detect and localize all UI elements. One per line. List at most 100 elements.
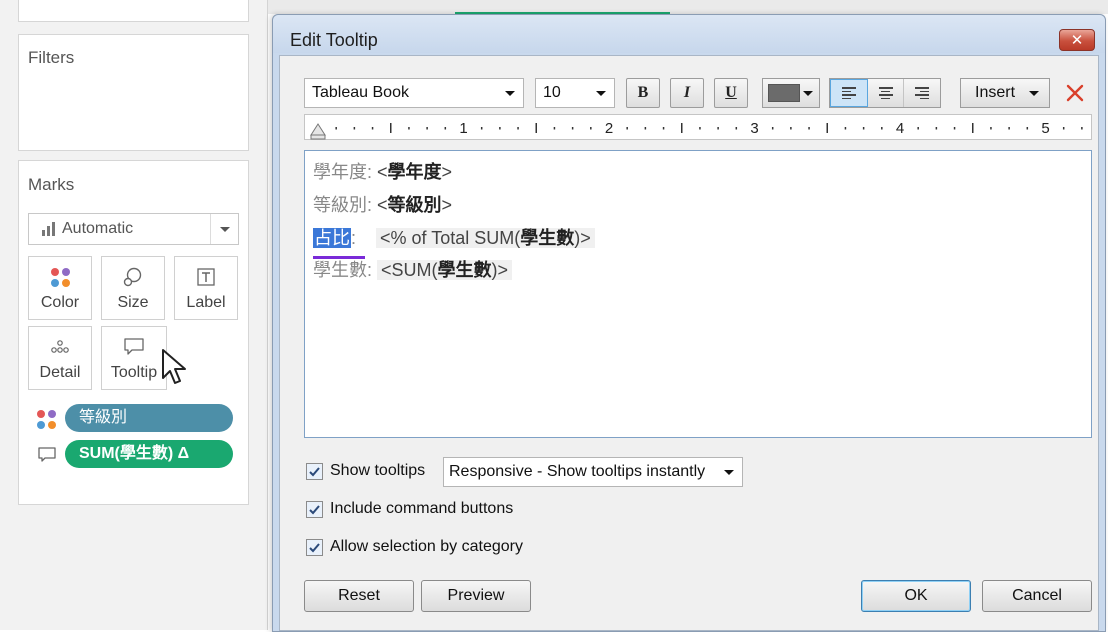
ruler-tick <box>535 123 537 133</box>
ruler-label: 4 <box>896 120 904 137</box>
color-field-pill[interactable]: 等級別 <box>65 404 233 432</box>
ruler-tick <box>371 127 374 130</box>
ok-button[interactable]: OK <box>861 580 971 612</box>
ruler-tick <box>771 127 774 130</box>
field-token: <學年度> <box>377 162 453 182</box>
ruler-tick <box>826 123 828 133</box>
tooltip-button[interactable]: Tooltip <box>101 326 167 390</box>
allow-selection-option[interactable]: Allow selection by category <box>306 538 523 556</box>
ruler-tick <box>935 127 938 130</box>
allow-selection-checkbox[interactable] <box>306 538 323 556</box>
ruler-tick <box>390 123 392 133</box>
chevron-down-icon <box>219 226 230 232</box>
ruler-tick <box>808 127 810 130</box>
ruler-tick <box>571 127 574 130</box>
bold-button[interactable]: B <box>626 78 660 108</box>
checkmark-icon <box>309 542 320 552</box>
clear-formatting-button[interactable] <box>1058 78 1092 108</box>
close-icon: ✕ <box>1070 31 1084 49</box>
ruler-tick <box>699 127 701 130</box>
ruler-tick <box>517 127 519 130</box>
editor-line-level: 等級別: <等級別> <box>313 190 452 220</box>
field-token: <% of Total SUM(學生數)> <box>376 228 595 248</box>
show-tooltips-checkbox[interactable] <box>306 462 323 480</box>
underline-button[interactable]: U <box>714 78 748 108</box>
label-button-label: Label <box>186 294 226 311</box>
chevron-down-icon <box>505 91 515 96</box>
ruler-tick <box>681 123 683 133</box>
tooltip-mode-value: Responsive - Show tooltips instantly <box>449 463 706 480</box>
selected-text: 占比 <box>313 228 351 248</box>
ruler-tick <box>499 127 501 130</box>
red-x-icon <box>1066 84 1084 102</box>
insert-button-label: Insert <box>975 84 1016 101</box>
chevron-down-icon <box>803 91 813 96</box>
ruler-tick <box>1062 127 1065 130</box>
ruler-tick <box>444 127 447 130</box>
ruler-tick <box>735 127 738 130</box>
color-pill-row: 等級別 <box>37 404 242 434</box>
line-label: 學年度: <box>313 162 373 182</box>
tooltip-button-label: Tooltip <box>110 364 158 381</box>
editor-line-year: 學年度: <學年度> <box>313 157 452 187</box>
align-center-icon <box>878 87 893 99</box>
reset-button[interactable]: Reset <box>304 580 414 612</box>
show-tooltips-option[interactable]: Show tooltips <box>306 462 425 480</box>
show-tooltips-label: Show tooltips <box>330 462 426 479</box>
ruler-tick <box>990 127 992 130</box>
font-family-select[interactable]: Tableau Book <box>304 78 524 108</box>
background-window <box>268 0 1108 14</box>
ruler-label: 3 <box>750 120 758 137</box>
include-command-buttons-option[interactable]: Include command buttons <box>306 500 513 518</box>
ruler-tick <box>335 127 337 130</box>
ruler[interactable]: 1 2 3 4 5 <box>304 114 1092 140</box>
font-size-value: 10 <box>543 84 561 101</box>
preview-button[interactable]: Preview <box>421 580 531 612</box>
close-button[interactable]: ✕ <box>1059 29 1095 51</box>
ruler-tick <box>790 127 792 130</box>
font-size-select[interactable]: 10 <box>535 78 615 108</box>
color-dots-icon <box>37 410 56 429</box>
label-button[interactable]: Label <box>174 256 238 320</box>
text-color-button[interactable] <box>762 78 820 108</box>
align-right-button[interactable] <box>904 79 940 107</box>
size-icon <box>123 267 142 287</box>
ruler-tick <box>553 127 556 130</box>
tooltip-mode-select[interactable]: Responsive - Show tooltips instantly <box>443 457 743 487</box>
filters-shelf[interactable]: Filters <box>18 34 249 151</box>
dialog-titlebar[interactable]: Edit Tooltip ✕ <box>273 15 1105 53</box>
detail-button[interactable]: Detail <box>28 326 92 390</box>
indent-marker-icon[interactable] <box>310 123 326 136</box>
size-button-label: Size <box>117 294 149 311</box>
align-center-button[interactable] <box>868 79 905 107</box>
align-left-icon <box>841 87 856 99</box>
field-token: <等級別> <box>377 195 453 215</box>
align-left-button[interactable] <box>830 79 868 107</box>
ruler-label: 2 <box>605 120 613 137</box>
insert-button[interactable]: Insert <box>960 78 1050 108</box>
cancel-button[interactable]: Cancel <box>982 580 1092 612</box>
color-button[interactable]: Color <box>28 256 92 320</box>
size-button[interactable]: Size <box>101 256 165 320</box>
ruler-tick <box>626 127 628 130</box>
ruler-label: 1 <box>459 120 467 137</box>
chevron-down-icon <box>724 470 734 475</box>
edit-tooltip-dialog: Edit Tooltip ✕ Tableau Book 10 B I U Ins… <box>272 14 1106 632</box>
italic-button[interactable]: I <box>670 78 704 108</box>
ruler-tick <box>1008 127 1010 130</box>
include-command-buttons-checkbox[interactable] <box>306 500 323 518</box>
filters-title: Filters <box>28 48 75 67</box>
speech-bubble-icon <box>38 447 56 462</box>
ruler-tick <box>717 127 719 130</box>
ruler-tick <box>662 127 665 130</box>
top-card <box>18 0 249 22</box>
tooltip-editor[interactable]: 學年度: <學年度> 等級別: <等級別> 占比: <% of Total SU… <box>304 150 1092 438</box>
mark-type-dropdown[interactable]: Automatic <box>28 213 239 245</box>
tooltip-field-pill[interactable]: SUM(學生數) Δ <box>65 440 233 468</box>
ruler-tick <box>844 127 847 130</box>
mark-type-dropdown-arrow[interactable] <box>210 214 238 244</box>
font-family-value: Tableau Book <box>312 84 409 101</box>
text-color-swatch <box>768 84 800 102</box>
color-dots-icon <box>50 267 70 287</box>
align-right-icon <box>915 87 930 99</box>
